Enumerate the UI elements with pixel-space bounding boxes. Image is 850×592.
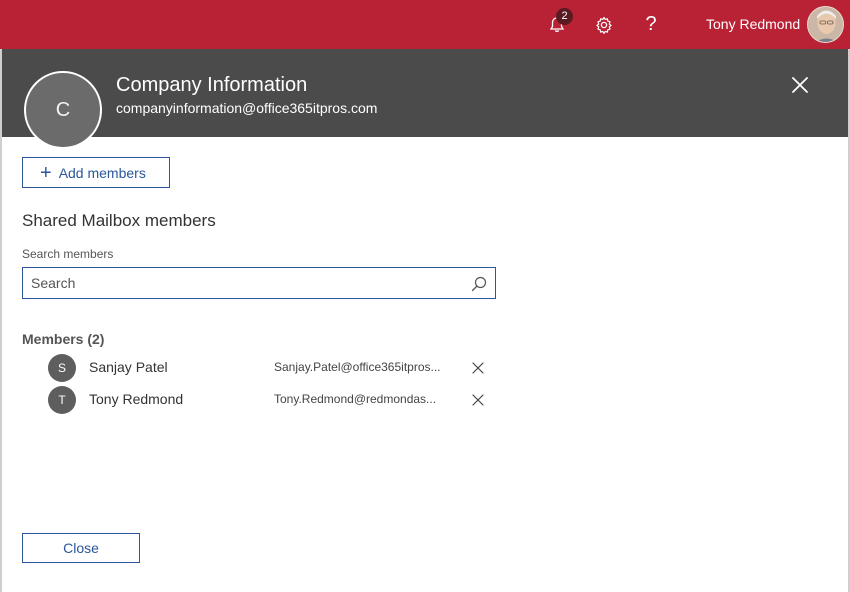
- member-avatar: S: [48, 354, 76, 382]
- member-name: Sanjay Patel: [89, 359, 168, 375]
- search-box: [22, 267, 496, 299]
- member-row: T Tony Redmond Tony.Redmond@redmondas...: [48, 385, 498, 415]
- user-name[interactable]: Tony Redmond: [706, 16, 800, 32]
- member-name: Tony Redmond: [89, 391, 184, 407]
- search-icon[interactable]: [470, 275, 488, 293]
- add-members-button[interactable]: + Add members: [22, 157, 170, 188]
- close-icon: [792, 77, 808, 93]
- help-icon: ?: [645, 13, 657, 35]
- remove-member-icon[interactable]: [471, 361, 485, 375]
- mailbox-avatar: C: [24, 71, 102, 149]
- close-button[interactable]: Close: [22, 533, 140, 563]
- user-photo-icon: [808, 7, 843, 42]
- member-email: Tony.Redmond@redmondas...: [274, 392, 437, 406]
- search-label: Search members: [22, 247, 114, 261]
- member-row: S Sanjay Patel Sanjay.Patel@office365itp…: [48, 353, 498, 383]
- add-members-label: Add members: [58, 164, 146, 181]
- help-button[interactable]: ?: [631, 0, 671, 49]
- close-panel-button[interactable]: [788, 73, 812, 97]
- notifications-button[interactable]: [537, 0, 577, 49]
- plus-icon: +: [40, 161, 52, 184]
- panel-email: companyinformation@office365itpros.com: [116, 100, 378, 116]
- search-input[interactable]: [23, 268, 463, 298]
- avatar[interactable]: [807, 6, 844, 43]
- members-heading: Members (2): [22, 331, 105, 347]
- remove-member-icon[interactable]: [471, 393, 485, 407]
- mailbox-members-panel: Company Information companyinformation@o…: [0, 49, 850, 592]
- suite-bar: 2 ? Tony Redmond: [0, 0, 850, 49]
- settings-button[interactable]: [584, 0, 624, 49]
- notification-count-badge: 2: [556, 8, 573, 25]
- gear-icon: [596, 16, 612, 34]
- panel-header: Company Information companyinformation@o…: [2, 49, 848, 137]
- section-title: Shared Mailbox members: [22, 211, 216, 230]
- panel-title: Company Information: [116, 74, 308, 96]
- member-email: Sanjay.Patel@office365itpros...: [274, 360, 441, 374]
- member-avatar: T: [48, 386, 76, 414]
